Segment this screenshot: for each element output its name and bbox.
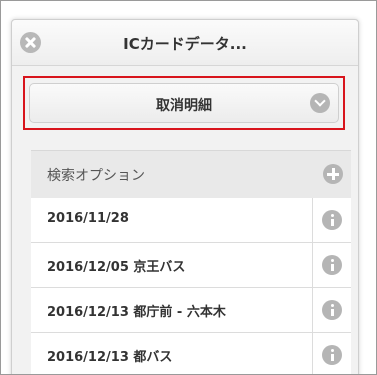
info-button[interactable] <box>312 198 351 242</box>
screenshot-frame: ICカードデータ... 取消明細 検索オプション 2016/11/28 2016… <box>0 0 377 375</box>
info-button[interactable] <box>312 288 351 332</box>
info-icon <box>322 255 342 275</box>
close-icon[interactable] <box>20 32 41 53</box>
record-label: 2016/11/28 <box>47 211 129 226</box>
record-list: 2016/11/28 2016/12/05 京王バス 2016/12/13 都庁… <box>31 198 351 374</box>
info-button[interactable] <box>312 243 351 287</box>
info-icon <box>322 300 342 320</box>
plus-icon <box>323 164 343 184</box>
search-options-toggle[interactable]: 検索オプション <box>31 150 351 199</box>
receipt-type-label: 取消明細 <box>156 98 212 114</box>
info-icon <box>322 210 342 230</box>
list-item[interactable]: 2016/12/13 都庁前 - 六本木 <box>31 288 351 333</box>
record-label: 2016/12/05 京王バス <box>47 260 186 275</box>
ic-card-data-panel: ICカードデータ... 取消明細 検索オプション 2016/11/28 2016… <box>11 19 359 374</box>
info-icon <box>322 345 342 365</box>
receipt-type-select[interactable]: 取消明細 <box>29 83 339 123</box>
panel-header: ICカードデータ... <box>12 20 358 66</box>
record-label: 2016/12/13 都バス <box>47 350 173 365</box>
list-item[interactable]: 2016/11/28 <box>31 198 351 243</box>
list-item[interactable]: 2016/12/13 都バス <box>31 333 351 374</box>
record-label: 2016/12/13 都庁前 - 六本木 <box>47 305 226 320</box>
list-item[interactable]: 2016/12/05 京王バス <box>31 243 351 288</box>
chevron-down-icon <box>310 93 330 113</box>
page-title: ICカードデータ... <box>123 35 247 53</box>
search-options-label: 検索オプション <box>47 168 145 184</box>
info-button[interactable] <box>312 333 351 374</box>
